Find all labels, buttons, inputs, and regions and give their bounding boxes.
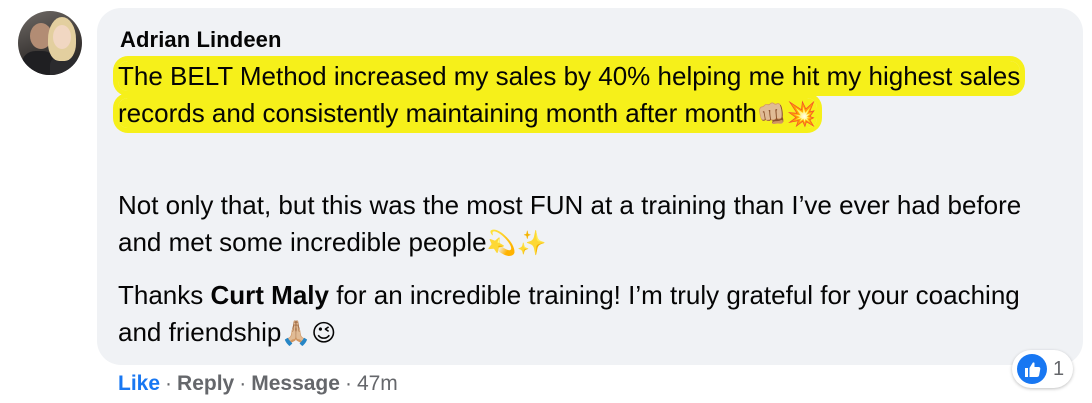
comment-paragraph-2: Not only that, but this was the most FUN… xyxy=(118,190,1022,257)
comment-author-name[interactable]: Adrian Lindeen xyxy=(120,27,282,53)
comment-timestamp[interactable]: 47m xyxy=(357,372,398,395)
highlighted-text: The BELT Method increased my sales by 40… xyxy=(118,61,1021,128)
reaction-count: 1 xyxy=(1053,357,1065,380)
reply-button[interactable]: Reply xyxy=(177,372,234,395)
comment-actions: Like · Reply · Message · 47m xyxy=(118,372,398,396)
fist-boom-emoji-icon: 👊🏼💥 xyxy=(756,100,817,128)
separator: · xyxy=(344,372,352,395)
reaction-summary[interactable]: 1 xyxy=(1012,350,1074,388)
author-avatar[interactable] xyxy=(18,11,82,75)
comment-paragraph-3: Thanks Curt Maly for an incredible train… xyxy=(118,280,1020,347)
like-thumbs-up-icon xyxy=(1017,354,1047,384)
separator: · xyxy=(165,372,173,395)
like-button[interactable]: Like xyxy=(118,372,160,395)
facebook-comment: Adrian Lindeen The BELT Method increased… xyxy=(0,0,1092,403)
mention-link[interactable]: Curt Maly xyxy=(211,280,329,310)
comment-paragraph-1: The BELT Method increased my sales by 40… xyxy=(118,58,1058,133)
message-button[interactable]: Message xyxy=(251,372,340,395)
pray-wink-emoji-icon: 🙏🏼😉 xyxy=(281,319,337,347)
separator: · xyxy=(239,372,247,395)
sparkles-emoji-icon: 💫✨ xyxy=(486,229,547,257)
